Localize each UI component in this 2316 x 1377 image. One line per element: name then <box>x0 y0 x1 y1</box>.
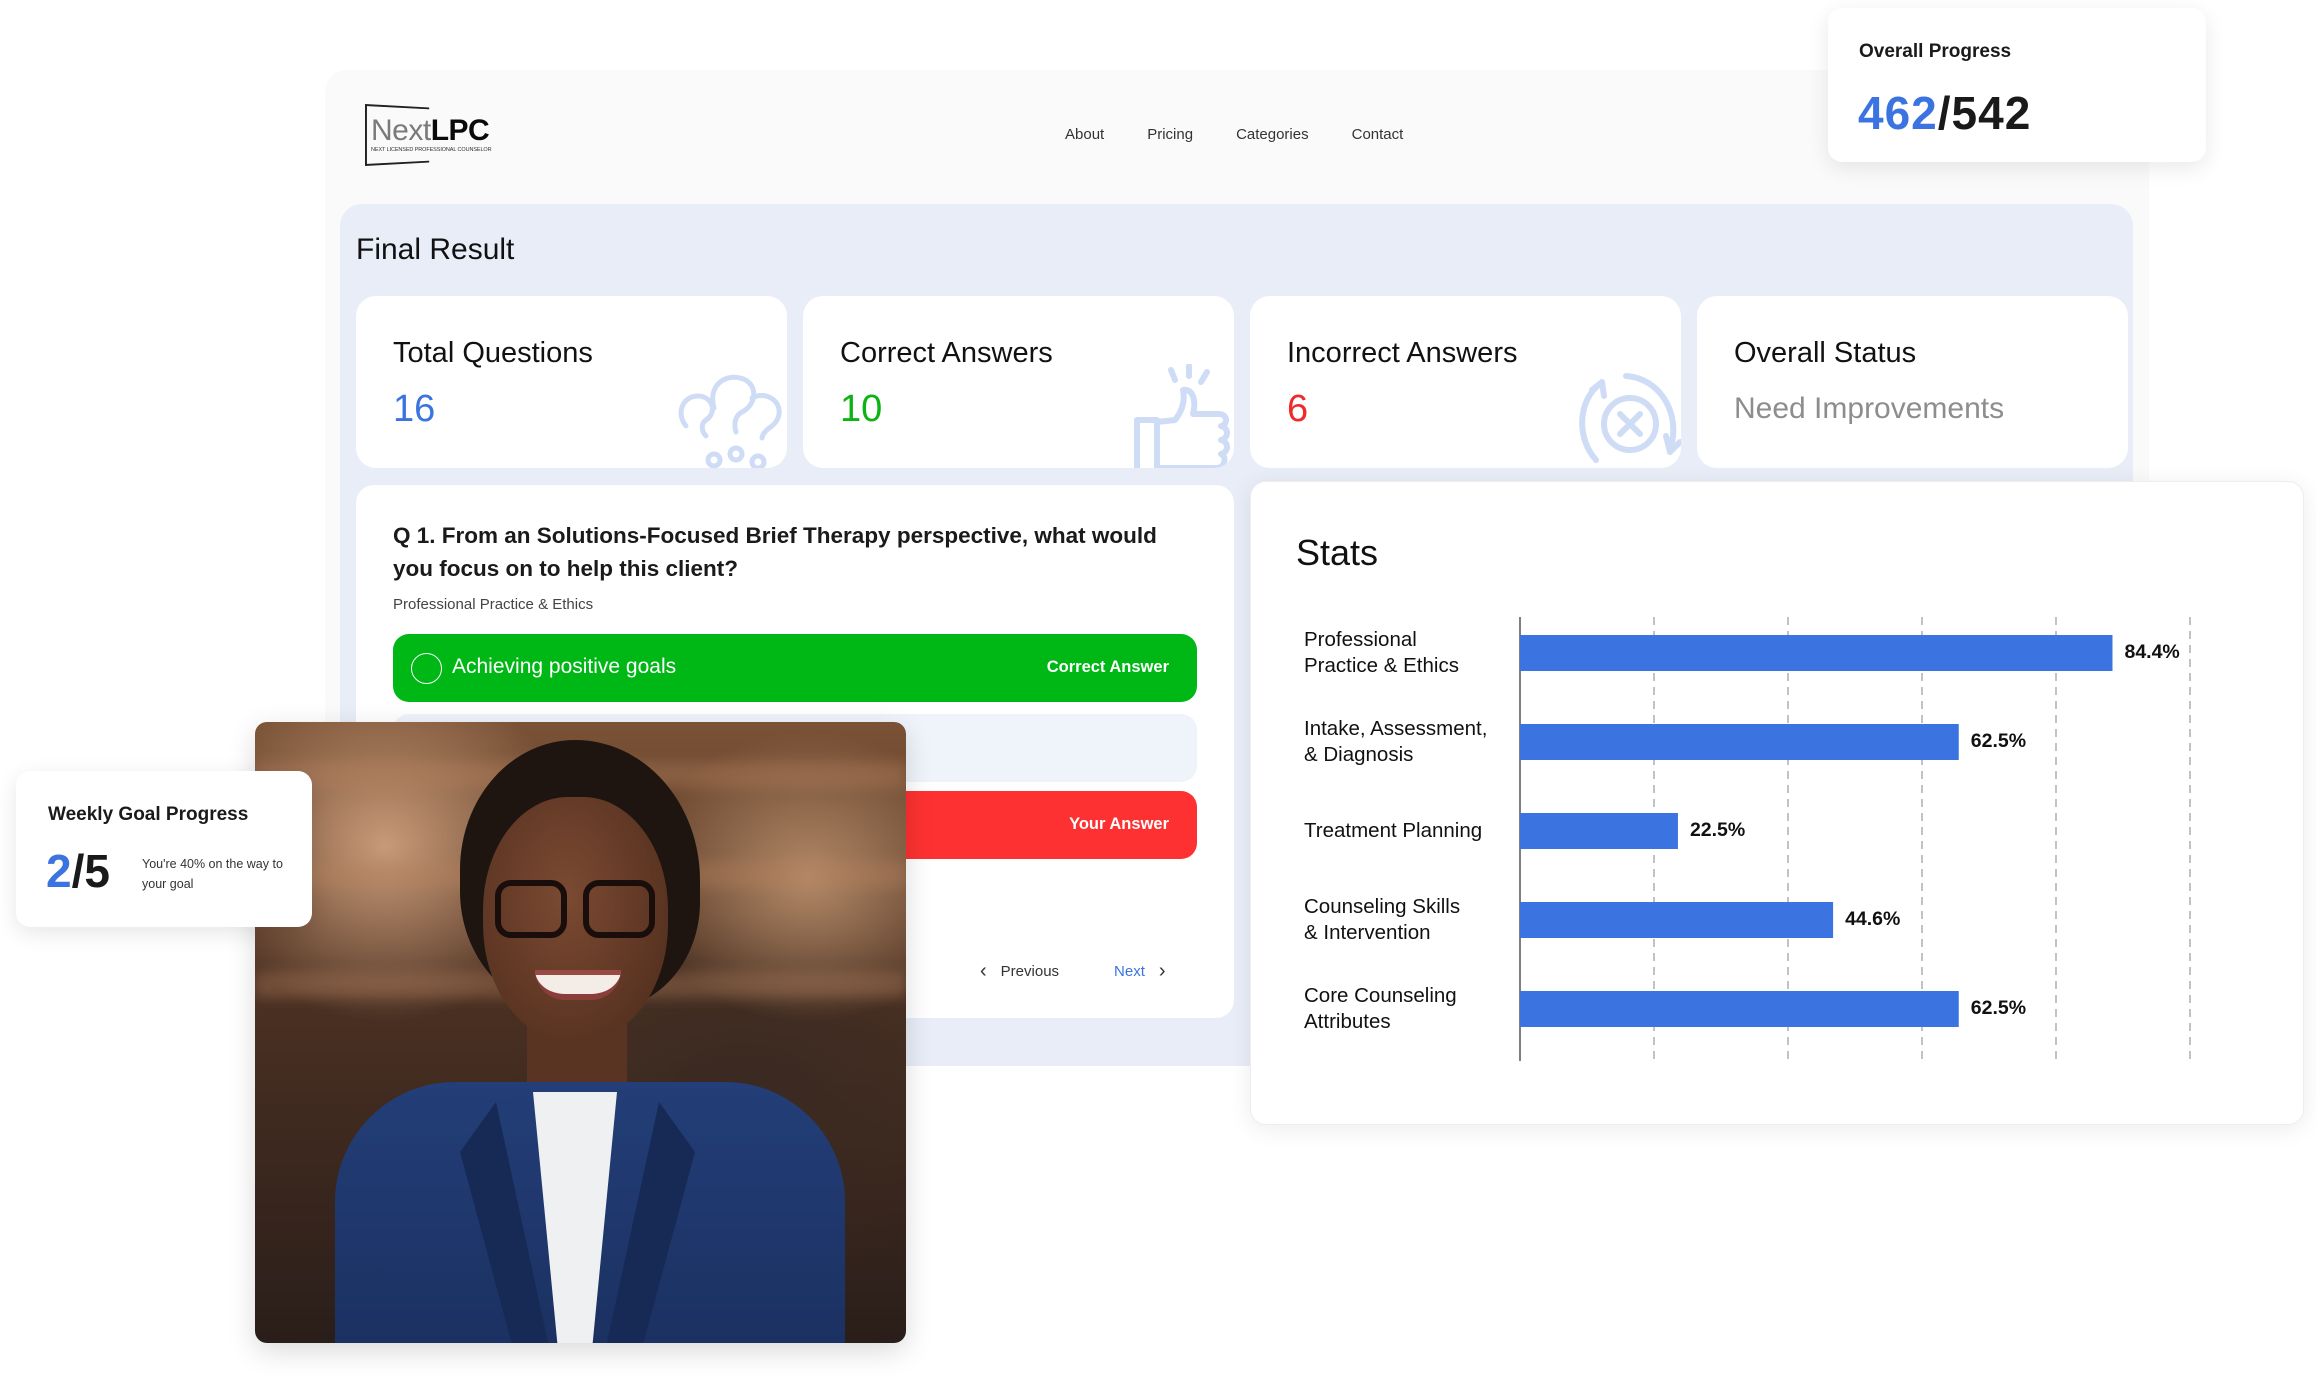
chevron-right-icon[interactable]: › <box>1159 960 1166 983</box>
nav-categories[interactable]: Categories <box>1236 126 1309 143</box>
stat-card-overall-status: Overall Status Need Improvements <box>1697 296 2128 468</box>
logo-wordmark: NextLPC <box>371 114 490 147</box>
stat-label: Total Questions <box>393 337 593 369</box>
stat-card-correct-answers: Correct Answers 10 <box>803 296 1234 468</box>
final-result-title: Final Result <box>356 233 515 266</box>
question-cloud-icon <box>678 374 782 468</box>
bar[interactable] <box>1520 813 1678 849</box>
bar-value-label: 62.5% <box>1970 997 2027 1019</box>
category-label: Core Counseling Attributes <box>1304 984 1457 1033</box>
student-photo <box>255 722 906 1343</box>
question-pager: ‹ Previous Next › <box>980 960 1166 983</box>
logo-tagline: NEXT LICENSED PROFESSIONAL COUNSELOR <box>371 147 492 153</box>
category-label: Counseling Skills & Intervention <box>1304 895 1461 944</box>
overall-progress-card: Overall Progress 462/542 <box>1828 8 2206 162</box>
your-answer-tag: Your Answer <box>1069 815 1169 833</box>
question-category: Professional Practice & Ethics <box>393 596 594 613</box>
option-text: Achieving positive goals <box>452 655 677 678</box>
category-label: Treatment Planning <box>1304 819 1483 842</box>
answer-option-correct[interactable]: Achieving positive goals Correct Answer <box>393 634 1197 702</box>
status-value: Need Improvements <box>1734 392 2005 425</box>
stat-value: 10 <box>840 388 883 430</box>
bar[interactable] <box>1520 635 2113 671</box>
stat-label: Correct Answers <box>840 337 1053 369</box>
bar[interactable] <box>1520 991 1959 1027</box>
bar-value-label: 22.5% <box>1689 819 1746 841</box>
nav-contact[interactable]: Contact <box>1352 126 1404 143</box>
bar-value-label: 62.5% <box>1970 730 2027 752</box>
stats-bar-chart: 84.4% Professional Practice & Ethics 62.5%… <box>1250 481 2304 1125</box>
weekly-goal-value: 2/5 <box>46 845 110 897</box>
weekly-goal-card: Weekly Goal Progress 2/5 You're 40% on t… <box>16 771 312 927</box>
nav-pricing[interactable]: Pricing <box>1147 126 1193 143</box>
chevron-left-icon[interactable]: ‹ <box>980 960 987 983</box>
weekly-goal-title: Weekly Goal Progress <box>48 804 249 825</box>
overall-progress-value: 462/542 <box>1858 87 2032 139</box>
brand-logo[interactable]: NextLPC NEXT LICENSED PROFESSIONAL COUNS… <box>365 104 515 166</box>
overall-progress-title: Overall Progress <box>1859 41 2012 62</box>
bar-value-label: 44.6% <box>1845 908 1901 930</box>
category-label: Intake, Assessment, & Diagnosis <box>1304 717 1488 766</box>
retry-x-icon <box>1579 373 1681 463</box>
weekly-goal-subtitle: You're 40% on the way to your goal <box>142 857 283 891</box>
question-text: Q 1. From an Solutions-Focused Brief The… <box>393 523 1157 581</box>
correct-answer-tag: Correct Answer <box>1046 658 1169 676</box>
bar[interactable] <box>1520 724 1959 760</box>
stat-card-total-questions: Total Questions 16 <box>356 296 787 468</box>
stat-label: Incorrect Answers <box>1287 337 1518 369</box>
stat-value: 6 <box>1287 388 1309 430</box>
nav-about[interactable]: About <box>1065 126 1104 143</box>
radio-button[interactable] <box>411 653 442 684</box>
top-nav: About Pricing Categories Contact <box>1065 126 1403 143</box>
stat-label: Overall Status <box>1734 337 1917 369</box>
previous-button[interactable]: Previous <box>1001 963 1059 980</box>
bar[interactable] <box>1520 902 1834 938</box>
bar-value-label: 84.4% <box>2124 641 2180 663</box>
thumbs-up-icon <box>1134 364 1230 468</box>
next-button[interactable]: Next <box>1114 963 1145 980</box>
category-label: Professional Practice & Ethics <box>1304 628 1459 677</box>
stat-card-incorrect-answers: Incorrect Answers 6 <box>1250 296 1681 468</box>
stat-value: 16 <box>393 388 436 430</box>
